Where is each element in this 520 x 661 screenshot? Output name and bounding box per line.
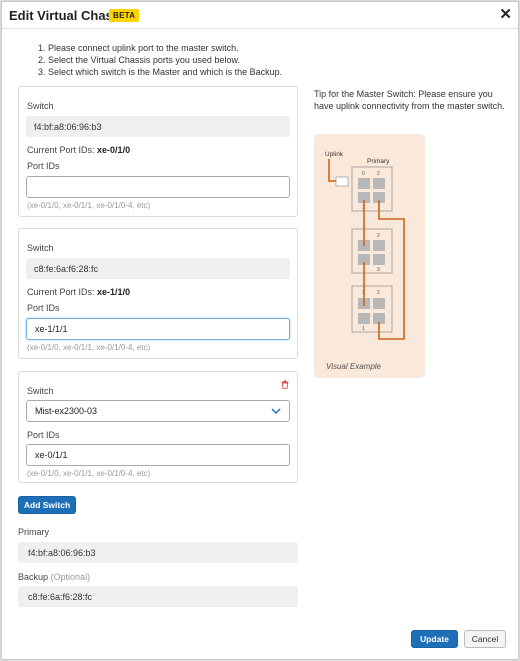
port-icon <box>373 240 385 251</box>
port-ids-label: Port IDs <box>27 303 60 313</box>
port-icon <box>358 178 370 189</box>
port-ids-input[interactable] <box>26 176 290 198</box>
chassis-diagram: Uplink Primary 0 2 1 2 3 1 2 1 <box>325 151 405 340</box>
cancel-button[interactable]: Cancel <box>464 630 506 648</box>
unit-number: 2 <box>377 233 380 239</box>
current-port-ids: Current Port IDs: xe-1/1/0 <box>27 287 131 297</box>
port-ids-label: Port IDs <box>27 161 60 171</box>
switch-mac-value: c8:fe:6a:f6:28:fc <box>26 258 290 279</box>
port-icon <box>373 178 385 189</box>
update-button[interactable]: Update <box>411 630 458 648</box>
edit-virtual-chassis-dialog: Edit Virtual Chassis BETA ✕ 1. Please co… <box>1 1 519 660</box>
unit-number: 2 <box>377 290 380 296</box>
port-ids-input[interactable]: xe-1/1/1 <box>26 318 290 340</box>
instruction-step: 1. Please connect uplink port to the mas… <box>38 43 239 53</box>
visual-example-caption: Visual Example <box>326 362 381 371</box>
uplink-label: Uplink <box>325 151 344 158</box>
chevron-down-icon <box>271 408 281 415</box>
switch-card-2: Switch c8:fe:6a:f6:28:fc Current Port ID… <box>18 228 298 359</box>
switch-card-1: Switch f4:bf:a8:06:96:b3 Current Port ID… <box>18 86 298 217</box>
port-ids-label: Port IDs <box>27 430 60 440</box>
primary-label: Primary <box>18 527 49 537</box>
switch-select-value: Mist-ex2300-03 <box>35 406 98 416</box>
current-port-ids: Current Port IDs: xe-0/1/0 <box>27 145 131 155</box>
switch-label: Switch <box>27 243 54 253</box>
backup-value: c8:fe:6a:f6:28:fc <box>18 586 298 607</box>
backup-label: Backup (Optional) <box>18 572 91 582</box>
instruction-step: 2. Select the Virtual Chassis ports you … <box>38 55 240 65</box>
beta-badge: BETA <box>109 9 140 22</box>
switch-label: Switch <box>27 386 54 396</box>
port-icon <box>373 298 385 309</box>
uplink-port <box>335 176 349 187</box>
unit-number: 2 <box>377 171 380 177</box>
primary-diagram-label: Primary <box>367 158 390 165</box>
port-ids-hint: (xe-0/1/0, xe-0/1/1, xe-0/1/0-4, etc) <box>27 343 151 352</box>
port-ids-hint: (xe-0/1/0, xe-0/1/1, xe-0/1/0-4, etc) <box>27 469 151 478</box>
port-icon <box>358 313 370 324</box>
master-switch-tip: Tip for the Master Switch: Please ensure… <box>314 89 505 111</box>
switch-card-3: Switch Mist-ex2300-03 Port IDs xe-0/1/1 … <box>18 371 298 483</box>
switch-select[interactable]: Mist-ex2300-03 <box>26 400 290 422</box>
add-switch-button[interactable]: Add Switch <box>18 496 76 514</box>
instructions: 1. Please connect uplink port to the mas… <box>38 42 282 78</box>
unit-number: 1 <box>362 326 365 332</box>
dialog-header: Edit Virtual Chassis BETA ✕ <box>2 2 518 29</box>
unit-number: 0 <box>362 171 365 177</box>
port-ids-input[interactable]: xe-0/1/1 <box>26 444 290 466</box>
switch-label: Switch <box>27 101 54 111</box>
switch-mac-value: f4:bf:a8:06:96:b3 <box>26 116 290 137</box>
visual-example-diagram: Uplink Primary 0 2 1 2 3 1 2 1 Visual Ex… <box>314 134 425 378</box>
close-icon[interactable]: ✕ <box>499 5 512 23</box>
primary-value: f4:bf:a8:06:96:b3 <box>18 542 298 563</box>
trash-icon[interactable] <box>281 380 289 389</box>
instruction-step: 3. Select which switch is the Master and… <box>38 67 283 77</box>
port-ids-hint: (xe-0/1/0, xe-0/1/1, xe-0/1/0-4, etc) <box>27 201 151 210</box>
